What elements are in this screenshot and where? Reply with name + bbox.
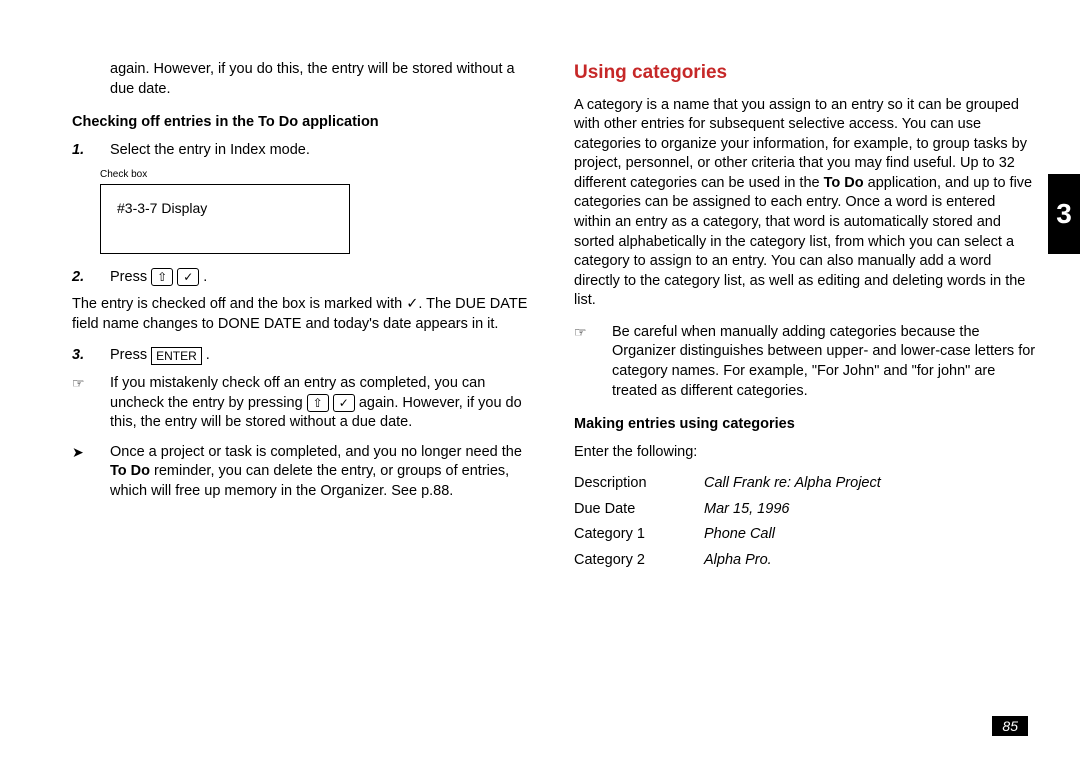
note-body: If you mistakenly check off an entry as … — [110, 374, 534, 433]
press-label: Press — [110, 347, 151, 363]
step-text: Press ⇧ ✓ . — [110, 268, 534, 288]
step-3: 3. Press ENTER . — [72, 346, 534, 366]
field-value: Mar 15, 1996 — [704, 500, 1036, 520]
field-value: Alpha Pro. — [704, 551, 1036, 571]
note-body: Once a project or task is completed, and… — [110, 443, 534, 502]
shift-key-icon: ⇧ — [307, 394, 329, 412]
page-number: 85 — [992, 716, 1028, 736]
display-screenshot-box: #3-3-7 Display — [100, 184, 350, 254]
hand-pointer-icon: ☞ — [574, 323, 598, 401]
table-row: Due Date Mar 15, 1996 — [574, 500, 1036, 520]
field-label: Due Date — [574, 500, 704, 520]
step-number: 3. — [72, 346, 96, 366]
right-column: Using categories A category is a name th… — [574, 60, 1036, 576]
check-key-icon: ✓ — [177, 268, 199, 286]
field-label: Description — [574, 474, 704, 494]
note-text-a: Once a project or task is completed, and… — [110, 444, 522, 460]
enter-following: Enter the following: — [574, 443, 1036, 463]
intro-continuation: again. However, if you do this, the entr… — [110, 60, 534, 99]
left-column: again. However, if you do this, the entr… — [72, 60, 534, 576]
content-columns: again. However, if you do this, the entr… — [72, 60, 1036, 576]
todo-bold: To Do — [110, 463, 150, 479]
manual-page: 3 85 again. However, if you do this, the… — [0, 0, 1080, 760]
todo-bold: To Do — [824, 175, 864, 191]
checkbox-caption: Check box — [100, 168, 534, 182]
table-row: Category 2 Alpha Pro. — [574, 551, 1036, 571]
note-body: Be careful when manually adding categori… — [612, 323, 1036, 401]
intro-b: application, and up to five categories c… — [574, 175, 1032, 308]
note-mistaken-check: ☞ If you mistakenly check off an entry a… — [72, 374, 534, 433]
table-row: Description Call Frank re: Alpha Project — [574, 474, 1036, 494]
categories-intro: A category is a name that you assign to … — [574, 96, 1036, 311]
subheading-checking-off: Checking off entries in the To Do applic… — [72, 113, 534, 133]
step-number: 2. — [72, 268, 96, 288]
note-case-sensitive: ☞ Be careful when manually adding catego… — [574, 323, 1036, 401]
field-value: Phone Call — [704, 525, 1036, 545]
field-value: Call Frank re: Alpha Project — [704, 474, 1036, 494]
step2-result: The entry is checked off and the box is … — [72, 295, 534, 334]
hand-pointer-icon: ☞ — [72, 374, 96, 433]
section-title-using-categories: Using categories — [574, 60, 1036, 86]
step-2: 2. Press ⇧ ✓ . — [72, 268, 534, 288]
subheading-making-entries: Making entries using categories — [574, 415, 1036, 435]
shift-key-icon: ⇧ — [151, 268, 173, 286]
period: . — [203, 269, 207, 285]
note-delete-entry: ➤ Once a project or task is completed, a… — [72, 443, 534, 502]
field-label: Category 2 — [574, 551, 704, 571]
check-key-icon: ✓ — [333, 394, 355, 412]
step-number: 1. — [72, 141, 96, 161]
enter-key-icon: ENTER — [151, 347, 202, 365]
field-label: Category 1 — [574, 525, 704, 545]
step-text: Select the entry in Index mode. — [110, 141, 534, 161]
step-text: Press ENTER . — [110, 346, 534, 366]
table-row: Category 1 Phone Call — [574, 525, 1036, 545]
example-entry-table: Description Call Frank re: Alpha Project… — [574, 474, 1036, 570]
note-text-b: reminder, you can delete the entry, or g… — [110, 463, 509, 499]
arrow-icon: ➤ — [72, 443, 96, 502]
period: . — [206, 347, 210, 363]
chapter-tab: 3 — [1048, 174, 1080, 254]
press-label: Press — [110, 269, 151, 285]
step-1: 1. Select the entry in Index mode. — [72, 141, 534, 161]
